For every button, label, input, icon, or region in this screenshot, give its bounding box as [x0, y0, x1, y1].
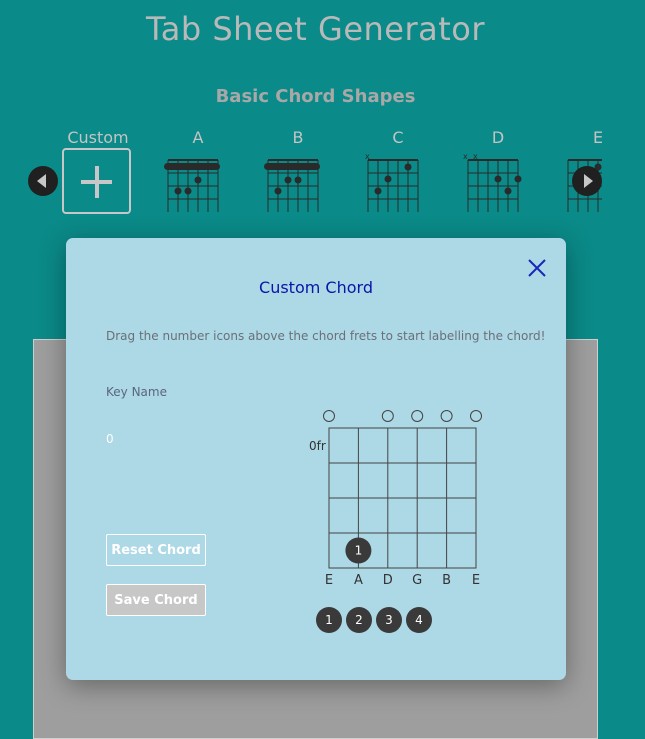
- custom-chord-modal: Custom Chord Drag the number icons above…: [66, 238, 566, 680]
- finger-token-3[interactable]: 3: [376, 607, 402, 633]
- chord-card-label: E: [592, 128, 602, 147]
- app-title: Tab Sheet Generator: [145, 10, 486, 48]
- open-string-marker[interactable]: [381, 410, 394, 422]
- chord-diagram-a: [164, 159, 220, 212]
- placed-finger-marker[interactable]: 1: [345, 537, 372, 564]
- key-name-value[interactable]: 0: [106, 432, 114, 446]
- chord-card-label: B: [292, 128, 304, 147]
- string-label: E: [325, 573, 333, 588]
- key-name-label: Key Name: [106, 385, 167, 399]
- string-label: B: [442, 573, 451, 588]
- chord-diagram-b: [264, 159, 320, 212]
- save-chord-button[interactable]: Save Chord: [106, 584, 206, 616]
- finger-token-1[interactable]: 1: [316, 607, 342, 633]
- chord-card-label: Custom: [67, 128, 129, 147]
- chord-card-d[interactable]: D x x: [448, 126, 548, 226]
- carousel-prev-button[interactable]: [28, 166, 58, 196]
- carousel-next-button[interactable]: [572, 166, 602, 196]
- chord-fretboard[interactable]: 0fr 1 E A D G B E: [296, 401, 496, 591]
- section-title: Basic Chord Shapes: [215, 86, 416, 107]
- finger-token-4[interactable]: 4: [406, 607, 432, 633]
- chord-carousel: Custom A B C x D x x E: [48, 126, 602, 226]
- chord-diagram-d: x x: [463, 152, 522, 212]
- string-label: D: [383, 573, 393, 588]
- chord-card-c[interactable]: C x: [348, 126, 448, 226]
- add-custom-chord-button[interactable]: [62, 148, 131, 214]
- open-string-marker[interactable]: [470, 410, 482, 422]
- fret-start-label: 0fr: [309, 439, 326, 453]
- chord-card-custom[interactable]: Custom: [48, 126, 148, 226]
- chord-card-label: C: [392, 128, 404, 147]
- svg-text:x: x: [463, 152, 468, 161]
- modal-title: Custom Chord: [259, 278, 373, 297]
- reset-chord-button[interactable]: Reset Chord: [106, 534, 206, 566]
- chord-card-a[interactable]: A: [148, 126, 248, 226]
- chord-diagram-c: x: [365, 152, 419, 212]
- close-icon[interactable]: [526, 257, 548, 279]
- chord-card-label: D: [491, 128, 505, 147]
- svg-text:1: 1: [355, 544, 363, 558]
- finger-token-2[interactable]: 2: [346, 607, 372, 633]
- open-string-marker[interactable]: [411, 410, 424, 422]
- open-string-marker[interactable]: [323, 410, 335, 422]
- string-label: A: [354, 573, 363, 588]
- string-label: E: [472, 573, 480, 588]
- open-string-marker[interactable]: [440, 410, 453, 422]
- chord-card-label: A: [192, 128, 204, 147]
- string-label: G: [412, 573, 422, 588]
- modal-instructions: Drag the number icons above the chord fr…: [106, 329, 546, 343]
- chord-card-b[interactable]: B: [248, 126, 348, 226]
